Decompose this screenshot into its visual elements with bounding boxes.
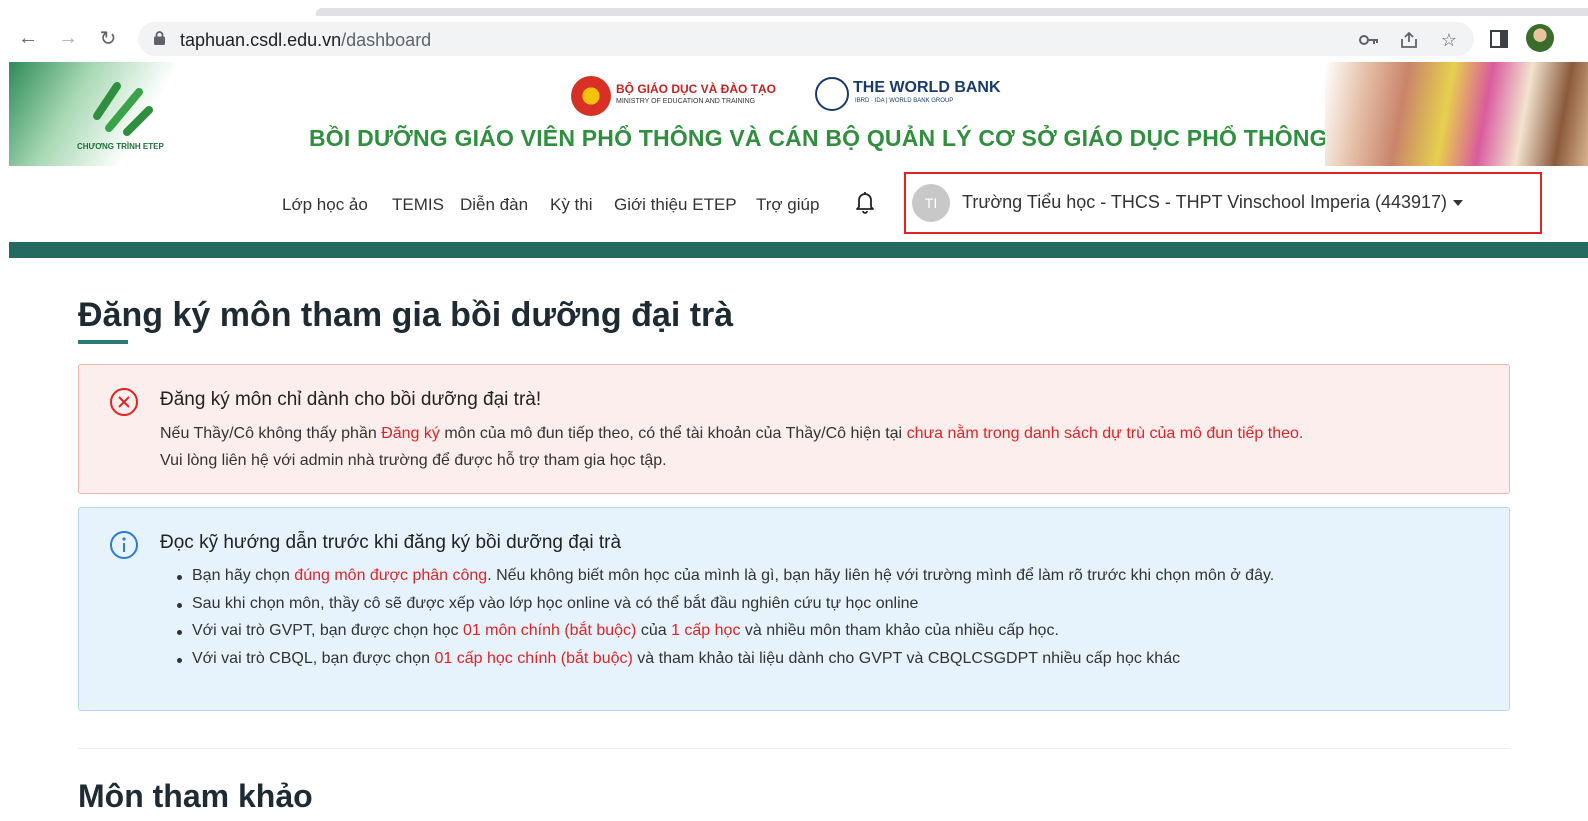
share-icon[interactable] <box>1398 29 1420 51</box>
user-avatar: TI <box>912 184 950 222</box>
key-icon[interactable] <box>1358 29 1380 51</box>
reference-subjects-title: Môn tham khảo <box>78 778 313 814</box>
page-title: Đăng ký môn tham gia bồi dưỡng đại trà <box>78 296 734 334</box>
warning-line-1: Nếu Thầy/Cô không thấy phần Đăng ký môn … <box>160 425 1304 442</box>
warning-line-2: Vui lòng liên hệ với admin nhà trường để… <box>160 452 667 469</box>
worldbank-subtitle: IBRD · IDA | WORLD BANK GROUP <box>855 98 954 104</box>
ministry-subtitle: MINISTRY OF EDUCATION AND TRAINING <box>616 98 756 105</box>
side-panel-icon[interactable] <box>1486 26 1512 52</box>
header-photo <box>1325 62 1588 166</box>
forward-icon[interactable]: → <box>54 24 82 52</box>
caret-down-icon <box>1453 200 1464 207</box>
bookmark-star-icon[interactable]: ☆ <box>1438 29 1460 51</box>
header-band <box>9 242 1588 258</box>
etep-logo[interactable]: CHƯƠNG TRÌNH ETEP <box>9 62 194 166</box>
warning-title: Đăng ký môn chỉ dành cho bồi dưỡng đại t… <box>160 389 542 410</box>
url-text: taphuan.csdl.edu.vn/dashboard <box>180 30 432 50</box>
nav-exams[interactable]: Kỳ thi <box>550 195 593 215</box>
main-nav: Lớp học ảo TEMIS Diễn đàn Kỳ thi Giới th… <box>0 166 1588 242</box>
title-underline <box>78 340 128 344</box>
ministry-title: BỘ GIÁO DỤC VÀ ĐÀO TẠO <box>616 82 777 96</box>
nav-forum[interactable]: Diễn đàn <box>460 195 528 215</box>
logo-caption: CHƯƠNG TRÌNH ETEP <box>77 142 164 151</box>
user-menu[interactable]: TI Trường Tiểu học - THCS - THPT Vinscho… <box>904 172 1542 234</box>
etep-logo-icon <box>93 82 153 136</box>
site-header: CHƯƠNG TRÌNH ETEP BỘ GIÁO DỤC VÀ ĐÀO TẠO… <box>9 62 1588 166</box>
address-bar[interactable]: taphuan.csdl.edu.vn/dashboard ☆ <box>138 22 1474 56</box>
bell-icon[interactable] <box>854 190 876 214</box>
nav-temis[interactable]: TEMIS <box>392 195 444 215</box>
info-bullet-2: Sau khi chọn môn, thầy cô sẽ được xếp và… <box>176 595 919 612</box>
error-circle-icon <box>110 388 138 416</box>
lock-icon <box>154 31 165 45</box>
info-alert: Đọc kỹ hướng dẫn trước khi đăng ký bồi d… <box>78 507 1510 711</box>
nav-about-etep[interactable]: Giới thiệu ETEP <box>614 195 737 215</box>
nav-virtual-class[interactable]: Lớp học ảo <box>282 195 368 215</box>
info-bullet-1: Bạn hãy chọn đúng môn được phân công. Nế… <box>176 567 1275 584</box>
browser-toolbar: ← → ↻ taphuan.csdl.edu.vn/dashboard ☆ <box>0 16 1588 62</box>
warning-alert: Đăng ký môn chỉ dành cho bồi dưỡng đại t… <box>78 364 1510 494</box>
worldbank-globe-icon <box>815 77 849 111</box>
back-icon[interactable]: ← <box>14 24 42 52</box>
info-bullet-3: Với vai trò GVPT, bạn được chọn học 01 m… <box>177 622 1059 639</box>
reload-icon[interactable]: ↻ <box>94 24 122 52</box>
info-title: Đọc kỹ hướng dẫn trước khi đăng ký bồi d… <box>160 532 622 553</box>
worldbank-title: THE WORLD BANK <box>853 79 1001 96</box>
program-title: BỒI DƯỠNG GIÁO VIÊN PHỔ THÔNG VÀ CÁN BỘ … <box>309 125 1328 151</box>
browser-tabstrip <box>0 0 1588 16</box>
active-tab[interactable] <box>316 8 1588 16</box>
section-divider <box>78 748 1510 749</box>
nav-help[interactable]: Trợ giúp <box>756 195 819 215</box>
user-name: Trường Tiểu học - THCS - THPT Vinschool … <box>962 192 1464 213</box>
ministry-emblem-icon <box>571 76 611 116</box>
profile-avatar[interactable] <box>1526 24 1554 52</box>
info-circle-icon <box>110 531 138 559</box>
info-bullet-4: Với vai trò CBQL, bạn được chọn 01 cấp h… <box>176 650 1181 667</box>
